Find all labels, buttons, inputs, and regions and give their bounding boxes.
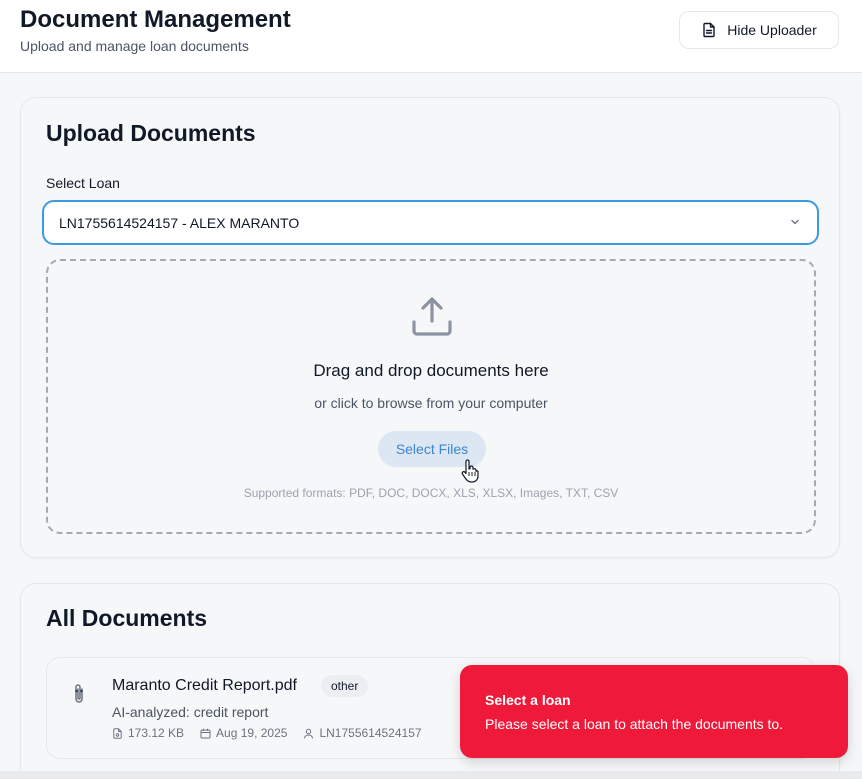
document-type-badge: other <box>321 675 369 697</box>
document-date-value: Aug 19, 2025 <box>216 726 288 740</box>
upload-icon <box>412 297 452 336</box>
document-loan: LN1755614524157 <box>303 726 422 740</box>
hand-pointer-icon <box>461 459 479 483</box>
document-size: 173.12 KB <box>112 726 184 740</box>
page-subtitle: Upload and manage loan documents <box>20 38 249 54</box>
loan-select-value: LN1755614524157 - ALEX MARANTO <box>59 214 300 231</box>
dropzone-subtitle: or click to browse from your computer <box>314 395 548 411</box>
document-meta: 173.12 KB Aug 19, 2025 LN1755614524157 <box>112 726 438 740</box>
select-loan-label: Select Loan <box>46 175 120 191</box>
file-text-icon <box>703 22 715 38</box>
upload-section-title: Upload Documents <box>46 120 256 146</box>
document-date: Aug 19, 2025 <box>200 726 287 740</box>
chevron-down-icon <box>791 219 799 225</box>
toast-title: Select a loan <box>485 692 571 708</box>
user-icon <box>304 728 314 738</box>
file-dropzone[interactable]: Drag and drop documents here or click to… <box>46 259 816 534</box>
bottom-edge <box>0 771 862 779</box>
loan-select[interactable]: LN1755614524157 - ALEX MARANTO <box>42 200 819 245</box>
document-loan-value: LN1755614524157 <box>319 726 422 740</box>
page-header: Document Management Upload and manage lo… <box>0 0 862 73</box>
dropzone-title: Drag and drop documents here <box>313 361 549 380</box>
document-name[interactable]: Maranto Credit Report.pdf <box>112 677 297 695</box>
supported-formats-text: Supported formats: PDF, DOC, DOCX, XLS, … <box>243 486 619 500</box>
upload-documents-card: Upload Documents Select Loan LN175561452… <box>20 97 840 558</box>
file-icon <box>113 727 122 739</box>
hide-uploader-label: Hide Uploader <box>727 22 817 38</box>
toast-description: Please select a loan to attach the docum… <box>485 716 784 732</box>
documents-section-title: All Documents <box>46 605 208 631</box>
page-title: Document Management <box>20 6 291 33</box>
paperclip-icon <box>75 684 83 703</box>
error-toast[interactable]: Select a loan Please select a loan to at… <box>460 665 848 758</box>
hide-uploader-button[interactable]: Hide Uploader <box>679 11 839 49</box>
calendar-icon <box>200 728 211 738</box>
document-analysis: AI-analyzed: credit report <box>112 704 269 720</box>
document-size-value: 173.12 KB <box>128 726 185 740</box>
